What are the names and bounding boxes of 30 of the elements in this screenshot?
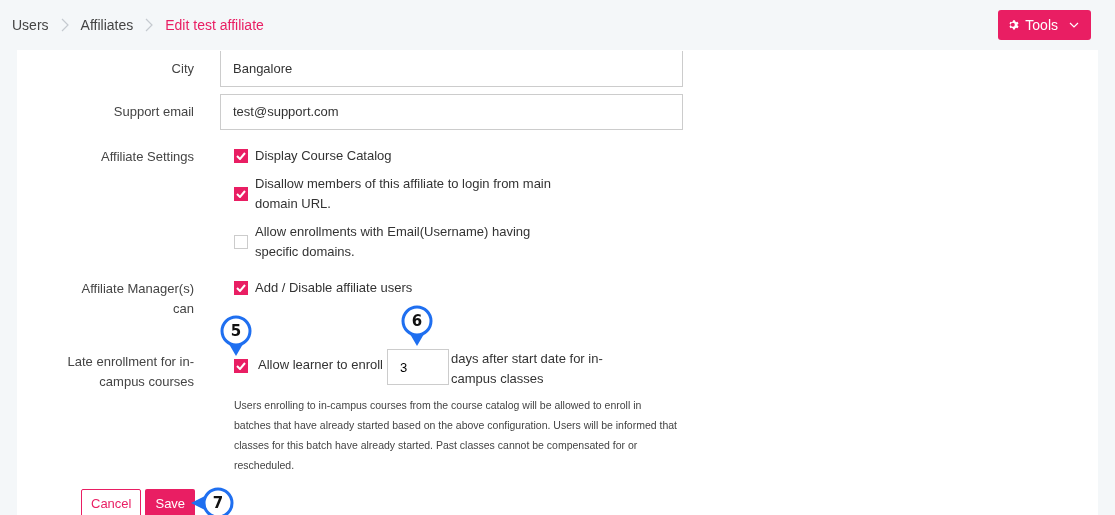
field-label: Late enrollment for in-campus courses bbox=[66, 353, 194, 391]
field-label: Affiliate Manager(s) can bbox=[80, 280, 194, 318]
option-label: Display Course Catalog bbox=[255, 147, 392, 165]
chevron-right-icon bbox=[145, 18, 154, 32]
breadcrumb-link[interactable]: Edit test affiliate bbox=[165, 17, 264, 33]
checkbox[interactable] bbox=[234, 187, 248, 201]
input-field[interactable]: test@support.com bbox=[220, 93, 683, 130]
chevron-right-icon bbox=[60, 18, 69, 32]
option-label: Add / Disable affiliate users bbox=[255, 279, 413, 297]
option-label: Allow learner to enroll bbox=[258, 356, 383, 374]
breadcrumb-link[interactable]: Users bbox=[12, 17, 49, 33]
tools-button[interactable]: Tools bbox=[998, 10, 1091, 40]
option-label: Disallow members of this affiliate to login from main domain URL. bbox=[255, 175, 552, 213]
field-label: Affiliate Settings bbox=[100, 148, 194, 166]
save-button[interactable]: Save bbox=[145, 489, 196, 515]
checkbox[interactable] bbox=[234, 149, 248, 163]
checkbox[interactable] bbox=[234, 281, 248, 295]
gear-icon bbox=[1008, 19, 1021, 31]
help-text: Users enrolling to in-campus courses from the course catalog will be allowed to enroll in batches that have already started based on the above configuration. Users will be informed that classes for this batch have already started. Past classes cannot be compensated for or rescheduled. bbox=[234, 398, 678, 473]
option-label: days after start date for in-campus classes bbox=[451, 350, 604, 388]
option-label: Allow enrollments with Email(Username) having specific domains. bbox=[255, 223, 532, 261]
checkbox[interactable] bbox=[234, 359, 248, 373]
field-label: Support email bbox=[112, 102, 194, 121]
field-label: City bbox=[170, 59, 194, 78]
cancel-button[interactable]: Cancel bbox=[81, 489, 142, 515]
breadcrumb-link[interactable]: Affiliates bbox=[80, 17, 134, 33]
checkbox[interactable] bbox=[234, 235, 248, 249]
days-field[interactable]: 3 bbox=[387, 349, 449, 385]
caret-icon bbox=[1069, 22, 1079, 28]
input-field[interactable]: Bangalore bbox=[220, 50, 683, 87]
